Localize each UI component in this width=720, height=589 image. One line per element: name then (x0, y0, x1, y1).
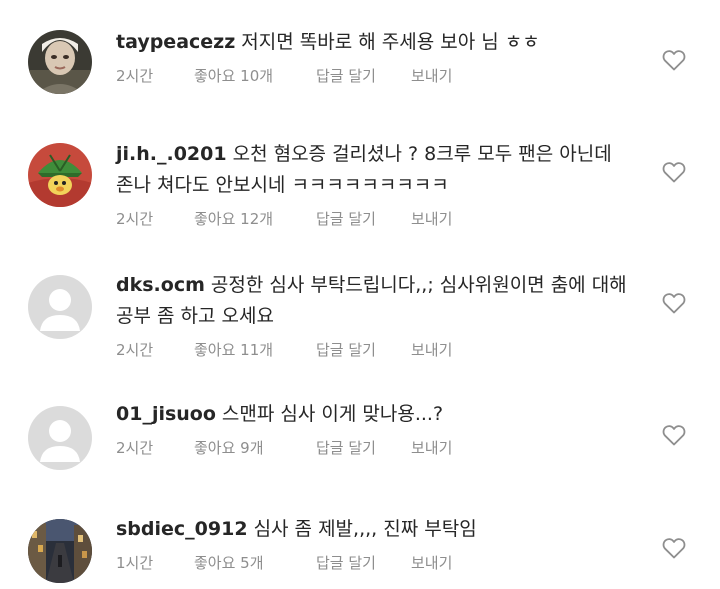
street-photo-avatar-image (28, 519, 92, 583)
heart-outline-icon[interactable] (662, 161, 686, 183)
reply-button[interactable]: 답글 달기 (316, 64, 411, 88)
send-button[interactable]: 보내기 (411, 436, 452, 460)
comment-meta: 2시간 좋아요 10개 답글 달기 보내기 (116, 64, 636, 88)
heart-outline-icon[interactable] (662, 292, 686, 314)
comment-time: 2시간 (116, 439, 154, 457)
comment-likes[interactable]: 좋아요 9개 (194, 436, 316, 460)
default-avatar-image (28, 406, 92, 470)
comment-meta: 2시간 좋아요 12개 답글 달기 보내기 (116, 207, 636, 231)
comment-text: dks.ocm 공정한 심사 부탁드립니다,,; 심사위원이면 춤에 대해 공부 … (116, 270, 636, 332)
reply-button[interactable]: 답글 달기 (316, 207, 411, 231)
heart-outline-icon[interactable] (662, 537, 686, 559)
avatar[interactable] (28, 519, 92, 583)
comment-text: ji.h._.0201 오천 혐오증 걸리셨나 ? 8크루 모두 팬은 아닌데 존… (116, 139, 636, 201)
reply-button[interactable]: 답글 달기 (316, 436, 411, 460)
comment-username[interactable]: sbdiec_0912 (116, 518, 248, 540)
comment-username[interactable]: ji.h._.0201 (116, 143, 227, 165)
comment-body: sbdiec_0912 심사 좀 제발,,,, 진짜 부탁임 1시간 좋아요 5개 답… (116, 514, 636, 575)
photo-avatar-image (28, 30, 92, 94)
comment-time: 2시간 (116, 341, 154, 359)
avatar[interactable] (28, 143, 92, 207)
comment-message: 심사 좀 제발,,,, 진짜 부탁임 (253, 518, 477, 540)
comment-meta: 2시간 좋아요 11개 답글 달기 보내기 (116, 338, 636, 362)
comment-body: ji.h._.0201 오천 혐오증 걸리셨나 ? 8크루 모두 팬은 아닌데 존… (116, 139, 636, 231)
comment-username[interactable]: dks.ocm (116, 274, 205, 296)
comment-meta: 1시간 좋아요 5개 답글 달기 보내기 (116, 551, 636, 575)
comment-username[interactable]: taypeacezz (116, 31, 235, 53)
send-button[interactable]: 보내기 (411, 207, 452, 231)
comment-time: 1시간 (116, 554, 154, 572)
comment-body: taypeacezz 저지면 똑바로 해 주세용 보아 님 ㅎㅎ 2시간 좋아요 1… (116, 27, 636, 88)
cartoon-avatar-image (28, 143, 92, 207)
comment-likes[interactable]: 좋아요 11개 (194, 338, 316, 362)
comment-likes[interactable]: 좋아요 5개 (194, 551, 316, 575)
comment-time: 2시간 (116, 67, 154, 85)
comment-body: dks.ocm 공정한 심사 부탁드립니다,,; 심사위원이면 춤에 대해 공부 … (116, 270, 636, 362)
comment-body: 01_jisuoo 스맨파 심사 이게 맞나용...? 2시간 좋아요 9개 답글 달… (116, 399, 636, 460)
comment-text: taypeacezz 저지면 똑바로 해 주세용 보아 님 ㅎㅎ (116, 27, 636, 58)
comment-likes[interactable]: 좋아요 12개 (194, 207, 316, 231)
comment-likes[interactable]: 좋아요 10개 (194, 64, 316, 88)
avatar[interactable] (28, 30, 92, 94)
send-button[interactable]: 보내기 (411, 64, 452, 88)
comment-meta: 2시간 좋아요 9개 답글 달기 보내기 (116, 436, 636, 460)
reply-button[interactable]: 답글 달기 (316, 338, 411, 362)
default-avatar-image (28, 275, 92, 339)
avatar[interactable] (28, 406, 92, 470)
avatar[interactable] (28, 275, 92, 339)
comment-text: sbdiec_0912 심사 좀 제발,,,, 진짜 부탁임 (116, 514, 636, 545)
reply-button[interactable]: 답글 달기 (316, 551, 411, 575)
comment-message: 스맨파 심사 이게 맞나용...? (221, 403, 444, 425)
send-button[interactable]: 보내기 (411, 338, 452, 362)
comment-message: 저지면 똑바로 해 주세용 보아 님 ㅎㅎ (241, 31, 540, 53)
comment-text: 01_jisuoo 스맨파 심사 이게 맞나용...? (116, 399, 636, 430)
comment-username[interactable]: 01_jisuoo (116, 403, 216, 425)
send-button[interactable]: 보내기 (411, 551, 452, 575)
heart-outline-icon[interactable] (662, 424, 686, 446)
heart-outline-icon[interactable] (662, 49, 686, 71)
comment-time: 2시간 (116, 210, 154, 228)
